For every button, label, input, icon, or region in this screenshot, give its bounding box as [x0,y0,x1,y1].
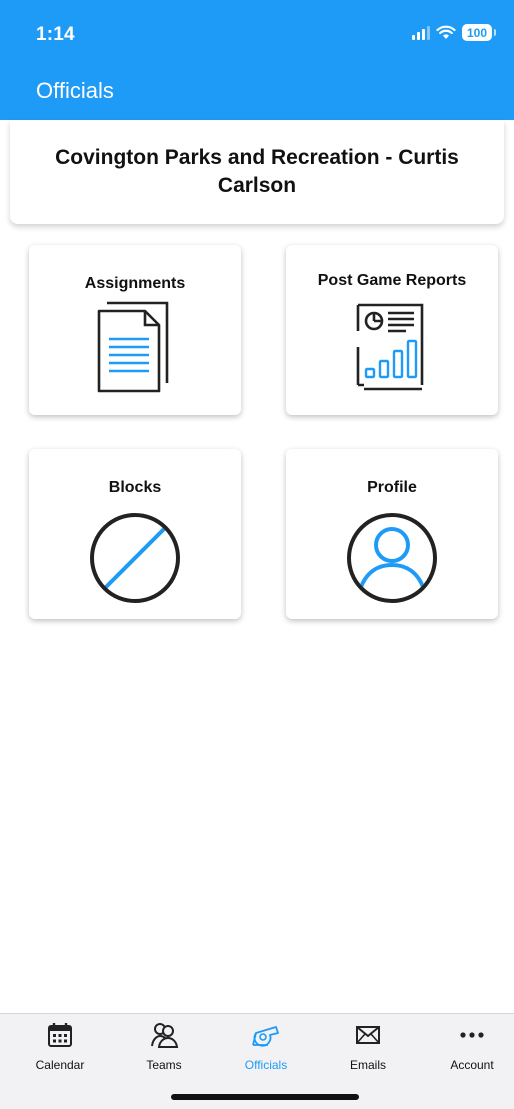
tab-officials-label: Officials [244,1058,288,1072]
document-icon [29,299,241,394]
organization-title: Covington Parks and Recreation - Curtis … [55,146,459,197]
profile-label: Profile [367,479,417,496]
calendar-icon [46,1020,74,1050]
post-game-reports-tile[interactable]: Post Game Reports [286,245,498,415]
tab-account[interactable]: Account [422,1014,514,1084]
page-title: Officials [36,78,114,103]
tab-teams[interactable]: Teams [114,1014,214,1084]
tab-calendar-label: Calendar [35,1058,85,1072]
assignments-label: Assignments [84,275,186,292]
battery-indicator: 100 [462,24,496,41]
home-indicator [171,1094,359,1100]
blocks-label: Blocks [108,479,162,496]
whistle-icon [250,1020,282,1050]
blocked-icon [29,511,241,605]
cellular-signal-icon [412,25,430,40]
tab-emails[interactable]: Emails [318,1014,418,1084]
organization-card: Covington Parks and Recreation - Curtis … [10,120,504,224]
assignments-tile[interactable]: Assignments [29,245,241,415]
teams-icon [149,1020,179,1050]
bottom-tab-bar: Calendar Teams Officials Emails Account [0,1013,514,1109]
status-time: 1:14 [36,24,75,45]
tab-officials[interactable]: Officials [216,1014,316,1084]
more-dots-icon [458,1020,486,1050]
status-icons: 100 [412,24,496,41]
app-header: 1:14 100 Officials [0,0,514,120]
profile-tile[interactable]: Profile [286,449,498,619]
profile-icon [286,511,498,605]
tab-teams-label: Teams [146,1058,182,1072]
tab-account-label: Account [450,1058,494,1072]
wifi-icon [436,25,456,39]
tab-calendar[interactable]: Calendar [10,1014,110,1084]
tab-emails-label: Emails [349,1058,386,1072]
blocks-tile[interactable]: Blocks [29,449,241,619]
envelope-icon [354,1020,382,1050]
report-chart-icon [286,301,498,393]
post-game-reports-label: Post Game Reports [317,272,467,289]
